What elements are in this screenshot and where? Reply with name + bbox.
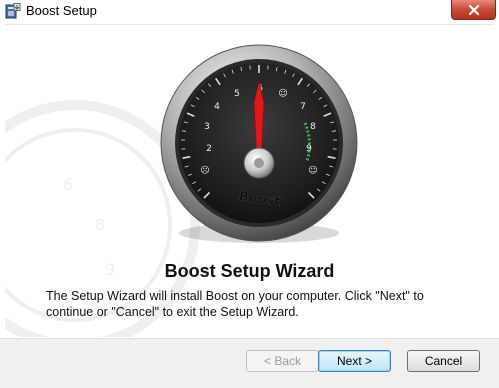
back-button[interactable]: < Back — [246, 350, 319, 372]
cancel-button[interactable]: Cancel — [407, 350, 480, 372]
installer-icon — [5, 3, 21, 19]
dial-number: 4 — [214, 102, 220, 112]
close-button[interactable] — [451, 0, 496, 20]
dial-number: 3 — [204, 122, 210, 132]
wizard-description: The Setup Wizard will install Boost on y… — [46, 289, 424, 319]
window-title: Boost Setup — [26, 3, 97, 18]
dial-number: 5 — [234, 89, 240, 99]
dial-mark-low: ☹ — [200, 165, 209, 176]
next-button[interactable]: Next > — [318, 350, 391, 372]
setup-window: Boost Setup 6 8 9 ☹ 2 3 4 5 ☺ 7 8 9 ☺ Bo… — [0, 0, 499, 388]
wizard-content: 6 8 9 ☹ 2 3 4 5 ☺ 7 8 9 ☺ Boost Boost Se… — [5, 24, 494, 337]
svg-text:6: 6 — [63, 175, 73, 194]
dial-mark: ☺ — [278, 88, 287, 99]
dial-number: 8 — [310, 122, 316, 132]
title-bar: Boost Setup — [0, 0, 499, 22]
dial-number: 9 — [306, 144, 312, 154]
close-icon — [468, 4, 479, 15]
svg-text:8: 8 — [95, 215, 105, 234]
speedometer-logo: ☹ 2 3 4 5 6 ☺ 7 8 9 ☺ Boost — [160, 44, 358, 243]
dial-number: 7 — [300, 102, 306, 112]
button-bar: < Back Next > Cancel — [0, 338, 499, 388]
dial-number: 2 — [206, 144, 212, 154]
dial-mark-high: ☺ — [308, 165, 317, 176]
wizard-title: Boost Setup Wizard — [164, 261, 335, 281]
